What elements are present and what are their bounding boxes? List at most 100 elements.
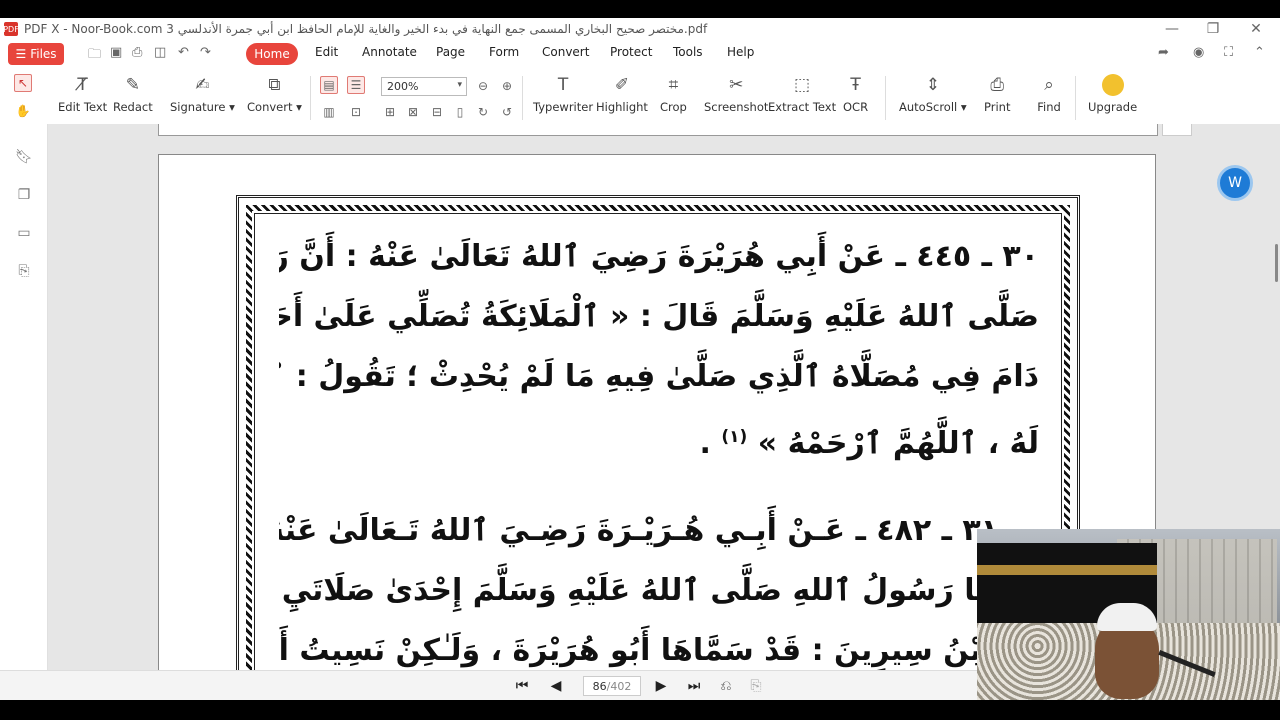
- zoom-value: 200%: [387, 80, 419, 93]
- close-button[interactable]: ✕: [1236, 18, 1276, 40]
- redact-label: Redact: [113, 100, 153, 114]
- collapse-ribbon-icon[interactable]: ⌃: [1254, 45, 1265, 60]
- letterbox-top: [0, 0, 1280, 18]
- current-page: 86: [592, 679, 607, 693]
- signature-icon: ✍: [195, 75, 210, 95]
- single-page-view-icon[interactable]: ▤: [320, 76, 338, 94]
- autoscroll-button[interactable]: ⇕ AutoScroll ▾: [899, 74, 967, 114]
- save-icon[interactable]: ▣: [110, 45, 122, 60]
- app-logo-icon: PDF: [3, 22, 19, 36]
- view-eye-icon[interactable]: ◉: [1193, 45, 1204, 60]
- text-line: بِنَا رَسُولُ ٱللهِ صَلَّى ٱللهُ عَلَيْه…: [279, 573, 999, 608]
- hand-tool-icon[interactable]: ✋: [14, 102, 32, 120]
- fit-visible-icon[interactable]: ▯: [451, 103, 469, 121]
- undo-icon[interactable]: ↶: [178, 45, 189, 60]
- select-tool-icon[interactable]: ↖: [14, 74, 32, 92]
- previous-page-icon[interactable]: ◀: [547, 677, 565, 695]
- actual-size-icon[interactable]: ⊞: [381, 103, 399, 121]
- tab-annotate[interactable]: Annotate: [362, 45, 417, 59]
- menu-bar: ☰ Files 🗀 ▣ ⎙ ◫ ↶ ↷ Home Edit Annotate P…: [0, 40, 1280, 68]
- letterbox-bottom: [0, 700, 1280, 720]
- share-doc-icon[interactable]: ◫: [154, 45, 166, 60]
- title-bar: PDF PDF X - Noor-Book.com مختصر صحيح الب…: [0, 18, 1280, 40]
- page-number-input[interactable]: 86/402: [583, 676, 641, 696]
- redact-button[interactable]: ✎ Redact: [113, 74, 153, 114]
- footnote-marker: (١): [721, 427, 748, 447]
- two-page-view-icon[interactable]: ▥: [320, 103, 338, 121]
- tab-protect[interactable]: Protect: [610, 45, 652, 59]
- hamburger-icon: ☰: [15, 47, 27, 61]
- find-icon: ⌕: [1044, 75, 1054, 95]
- edit-text-button[interactable]: T̸ Edit Text: [58, 74, 107, 114]
- continuous-view-icon[interactable]: ☰: [347, 76, 365, 94]
- hadith-paragraph-30: ٣٠ ـ ٤٤٥ ـ عَنْ أَبِي هُرَيْرَةَ رَضِيَ …: [279, 227, 1039, 474]
- screenshot-button[interactable]: ✂ Screenshot: [704, 74, 768, 114]
- find-button[interactable]: ⌕ Find: [1037, 74, 1061, 114]
- next-view-icon[interactable]: ⎘: [747, 677, 765, 695]
- open-folder-icon[interactable]: 🗀: [88, 45, 101, 67]
- crop-button[interactable]: ⌗ Crop: [660, 74, 687, 114]
- redact-icon: ✎: [125, 75, 140, 95]
- extract-text-label: Extract Text: [768, 100, 837, 114]
- last-page-icon[interactable]: ⏭: [685, 677, 703, 695]
- edit-text-label: Edit Text: [58, 100, 108, 114]
- tab-form[interactable]: Form: [489, 45, 519, 59]
- signature-button[interactable]: ✍ Signature ▾: [170, 74, 235, 114]
- toolbar-separator: [885, 76, 886, 120]
- typewriter-icon: T: [557, 75, 569, 95]
- attachments-icon[interactable]: ⎘: [15, 262, 33, 280]
- fit-width-icon[interactable]: ⊟: [428, 103, 446, 121]
- webcam-overlay: [977, 529, 1280, 700]
- print-label: Print: [984, 100, 1011, 114]
- fit-page-icon[interactable]: ⊠: [404, 103, 422, 121]
- print-small-icon[interactable]: ⎙: [132, 45, 142, 60]
- share-icon[interactable]: ➦: [1158, 45, 1169, 60]
- print-button[interactable]: ⎙ Print: [984, 74, 1010, 114]
- ocr-button[interactable]: Ŧ OCR: [843, 74, 868, 114]
- rotate-right-icon[interactable]: ↻: [474, 103, 492, 121]
- ribbon-toolbar: ↖ ✋ T̸ Edit Text ✎ Redact ✍ Signature ▾ …: [0, 68, 1280, 124]
- find-label: Find: [1037, 100, 1061, 114]
- autoscroll-label: AutoScroll ▾: [899, 100, 967, 114]
- vertical-scrollbar[interactable]: [1275, 244, 1278, 282]
- fullscreen-icon[interactable]: ⛶: [1224, 45, 1233, 60]
- app-frame: PDF PDF X - Noor-Book.com مختصر صحيح الب…: [0, 0, 1280, 720]
- toolbar-separator: [310, 76, 311, 120]
- tab-home[interactable]: Home: [246, 43, 298, 65]
- toolbar-separator: [1075, 76, 1076, 120]
- files-button[interactable]: ☰ Files: [8, 43, 64, 65]
- zoom-select[interactable]: 200% ▾: [381, 77, 467, 96]
- zoom-out-icon[interactable]: ⊖: [474, 77, 492, 95]
- comments-icon[interactable]: ▭: [15, 224, 33, 242]
- previous-page-edge: [158, 124, 1158, 136]
- next-page-icon[interactable]: ▶: [652, 677, 670, 695]
- maximize-button[interactable]: ❐: [1193, 18, 1233, 40]
- ocr-icon: Ŧ: [850, 75, 861, 95]
- zoom-in-icon[interactable]: ⊕: [498, 77, 516, 95]
- cover-view-icon[interactable]: ⊡: [347, 103, 365, 121]
- tab-page[interactable]: Page: [436, 45, 465, 59]
- upgrade-button[interactable]: Upgrade: [1088, 74, 1137, 114]
- extract-text-button[interactable]: ⬚ Extract Text: [768, 74, 836, 114]
- tab-help[interactable]: Help: [727, 45, 754, 59]
- convert-button[interactable]: ⧉ Convert ▾: [247, 74, 302, 114]
- redo-icon[interactable]: ↷: [200, 45, 211, 60]
- convert-to-word-icon[interactable]: W: [1217, 165, 1253, 201]
- hadith-paragraph-31: ٣١ ـ ٤٨٢ ـ عَـنْ أَبِـي هُـرَيْـرَةَ رَض…: [279, 501, 999, 670]
- rotate-left-icon[interactable]: ↺: [498, 103, 516, 121]
- text-line: ٱبْنُ سِيرِينَ : قَدْ سَمَّاهَا أَبُو هُ…: [279, 633, 999, 668]
- previous-view-icon[interactable]: ⎌: [717, 677, 735, 695]
- thumbnails-icon[interactable]: ❐: [15, 186, 33, 204]
- edit-text-icon: T̸: [77, 75, 88, 95]
- bookmark-icon[interactable]: 🔖︎: [15, 148, 33, 166]
- minimize-button[interactable]: —: [1152, 18, 1192, 40]
- tab-edit[interactable]: Edit: [315, 45, 338, 59]
- upgrade-label: Upgrade: [1088, 100, 1138, 114]
- typewriter-button[interactable]: T Typewriter: [533, 74, 593, 114]
- highlight-button[interactable]: ✐ Highlight: [596, 74, 648, 114]
- first-page-icon[interactable]: ⏮: [513, 677, 531, 695]
- right-panel-tab[interactable]: [1162, 124, 1192, 136]
- tab-tools[interactable]: Tools: [673, 45, 703, 59]
- tab-convert[interactable]: Convert: [542, 45, 589, 59]
- ocr-label: OCR: [843, 100, 869, 114]
